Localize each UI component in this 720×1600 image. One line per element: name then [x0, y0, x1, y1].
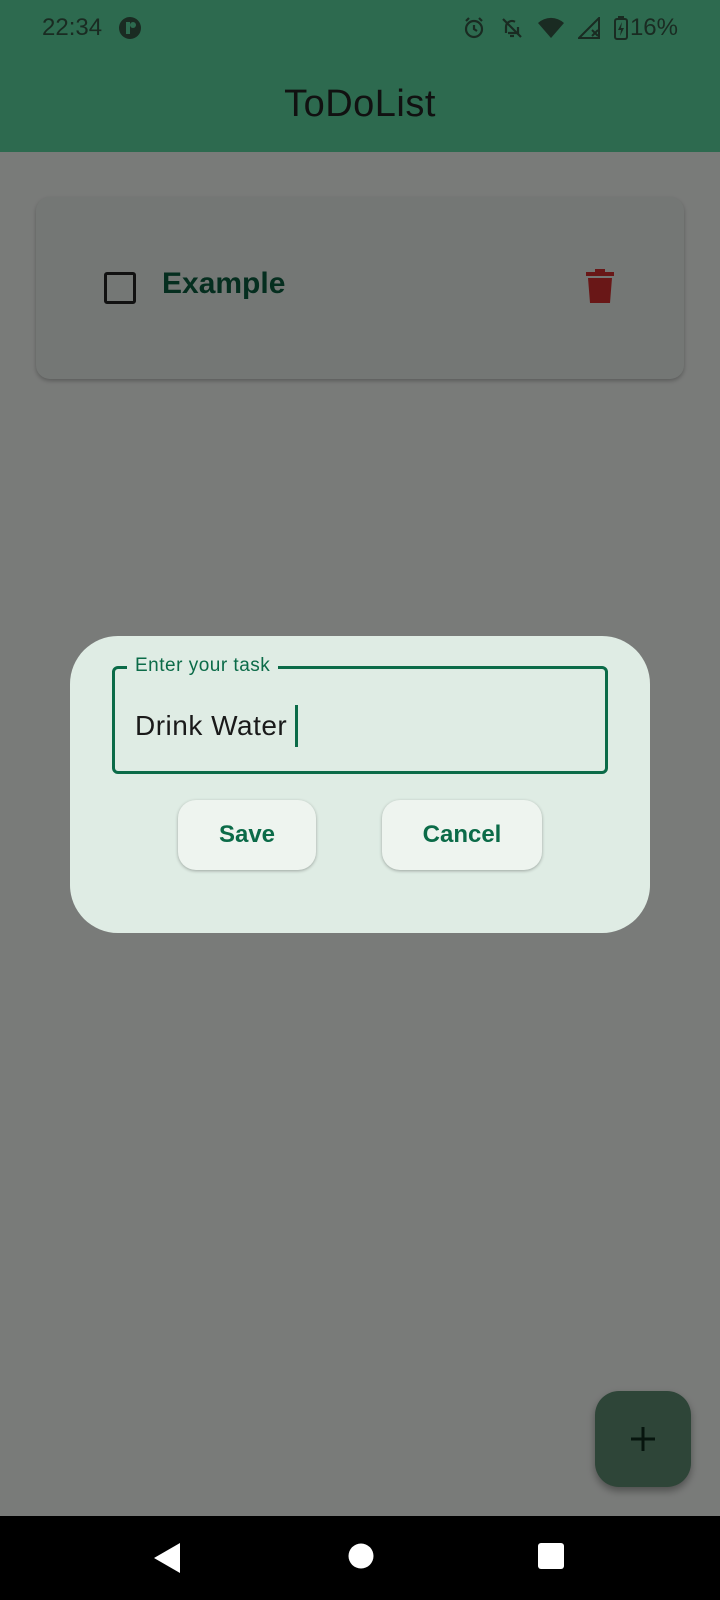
wifi-icon — [537, 17, 564, 39]
battery-charging-icon — [613, 16, 628, 40]
status-left: 22:34 — [42, 14, 142, 42]
status-time: 22:34 — [42, 14, 103, 41]
navigation-bar — [0, 1516, 720, 1600]
cancel-button[interactable]: Cancel — [382, 800, 542, 870]
status-bar: 22:34 16% — [0, 0, 720, 56]
task-input[interactable]: Enter your task Drink Water — [112, 655, 608, 774]
bell-off-icon — [500, 16, 524, 40]
save-button[interactable]: Save — [178, 800, 316, 870]
home-icon[interactable] — [348, 1543, 374, 1574]
task-input-value-wrap: Drink Water — [135, 705, 299, 747]
text-caret — [295, 705, 299, 747]
screen: 22:34 16% ToDoList Enter your task Drink… — [0, 0, 720, 1600]
signal-icon — [577, 17, 600, 39]
app-notification-icon — [118, 16, 142, 40]
task-input-value: Drink Water — [135, 710, 288, 741]
back-icon[interactable] — [154, 1543, 180, 1578]
add-task-dialog: Enter your task Drink Water Save Cancel — [70, 636, 650, 933]
app-title: ToDoList — [284, 82, 436, 125]
app-bar: ToDoList — [0, 56, 720, 152]
task-input-label: Enter your task — [127, 655, 279, 677]
alarm-icon — [462, 16, 486, 40]
battery-percent: 16% — [629, 14, 678, 41]
recents-icon[interactable] — [538, 1543, 564, 1574]
battery-group: 16% — [613, 14, 678, 42]
status-right: 16% — [462, 14, 678, 42]
